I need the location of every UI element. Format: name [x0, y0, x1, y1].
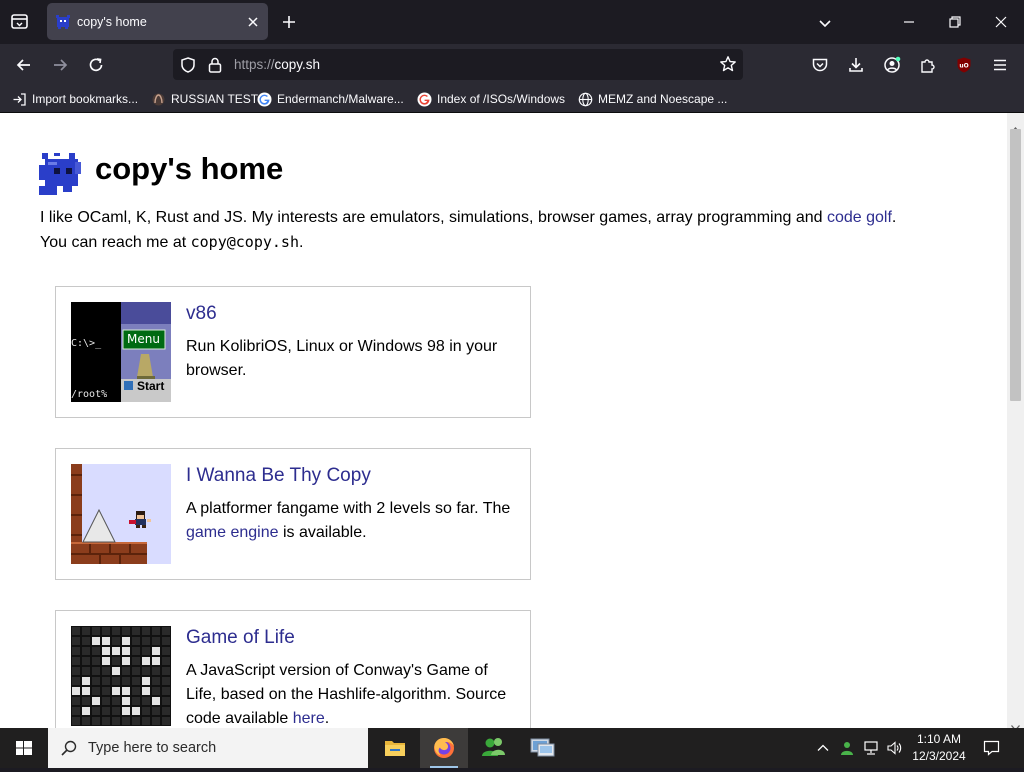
site-favicon-icon: [55, 14, 71, 30]
v86-description: Run KolibriOS, Linux or Windows 98 in yo…: [186, 338, 498, 379]
bookmark-memz[interactable]: MEMZ and Noescape ...: [578, 90, 727, 108]
new-tab-icon[interactable]: [281, 14, 297, 30]
intro-text-end: .: [891, 209, 897, 226]
gol-desc-end: .: [324, 710, 330, 727]
search-placeholder: Type here to search: [88, 740, 217, 756]
bookmark-star-icon[interactable]: [719, 55, 737, 73]
bookmark-label: RUSSIAN TEST: [171, 92, 259, 106]
ublock-origin-icon[interactable]: uO: [955, 56, 973, 74]
iwbtc-thumbnail[interactable]: [71, 464, 171, 564]
restore-icon[interactable]: [948, 14, 962, 28]
scrollbar-thumb[interactable]: [1010, 129, 1021, 401]
google-icon: [417, 92, 432, 106]
start-button[interactable]: [0, 728, 48, 768]
contact-text-end: .: [299, 234, 304, 251]
iwbtc-desc-end: is available.: [278, 524, 367, 541]
svg-text:uO: uO: [959, 62, 968, 69]
bookmark-import[interactable]: Import bookmarks...: [12, 90, 138, 108]
project-card-game-of-life: Game of Life A JavaScript version of Con…: [55, 610, 531, 728]
notifications-icon[interactable]: [983, 740, 1000, 756]
hamburger-menu-icon[interactable]: [991, 56, 1009, 74]
bookmark-label: MEMZ and Noescape ...: [598, 92, 728, 106]
gol-source-link[interactable]: here: [293, 710, 325, 727]
url-bar[interactable]: https://copy.sh: [173, 49, 743, 80]
show-hidden-icons-chevron-icon[interactable]: [815, 740, 831, 756]
navigation-toolbar: https://copy.sh uO: [0, 44, 1024, 85]
bookmark-label: Endermanch/Malware...: [277, 92, 404, 106]
iwbtc-link[interactable]: I Wanna Be Thy Copy: [186, 465, 371, 487]
google-icon: [257, 92, 272, 106]
shield-icon[interactable]: [179, 56, 197, 74]
bookmark-label: Index of /ISOs/Windows: [437, 92, 566, 106]
url-host: copy.sh: [274, 57, 321, 72]
project-card-v86: C:\>_ /root% Menu Start v86 Run KolibriO…: [55, 286, 531, 418]
tab-title: copy's home: [77, 15, 147, 29]
import-icon: [13, 92, 26, 106]
intro-paragraph: I like OCaml, K, Rust and JS. My interes…: [40, 206, 980, 255]
page-scrollbar[interactable]: [1007, 113, 1024, 731]
v86-dos-prompt: C:\>_: [71, 338, 102, 349]
file-explorer-taskbar-button[interactable]: [371, 728, 419, 768]
firefox-taskbar-button[interactable]: [420, 728, 468, 768]
site-icon: [152, 93, 165, 105]
contact-text: You can reach me at: [40, 234, 191, 251]
messenger-taskbar-button[interactable]: [469, 728, 517, 768]
network-app-taskbar-button[interactable]: [518, 728, 566, 768]
bookmark-label: Import bookmarks...: [32, 92, 139, 106]
taskbar-search-box[interactable]: Type here to search: [48, 728, 368, 768]
clock-time: 1:10 AM: [916, 732, 962, 746]
list-all-tabs-chevron-icon[interactable]: [818, 15, 832, 28]
game-of-life-link[interactable]: Game of Life: [186, 627, 295, 649]
scroll-up-arrow-icon[interactable]: [1011, 118, 1020, 133]
active-tab[interactable]: copy's home: [47, 3, 268, 40]
lock-icon[interactable]: [207, 56, 223, 74]
scroll-down-arrow-icon[interactable]: [1011, 716, 1020, 731]
account-icon[interactable]: [883, 56, 901, 74]
bookmarks-toolbar: Import bookmarks... RUSSIAN TEST Enderma…: [0, 85, 1024, 113]
iwbtc-desc-text: A platformer fangame with 2 levels so fa…: [186, 500, 511, 517]
reload-icon[interactable]: [87, 56, 105, 74]
windows-taskbar: Type here to search 1:10 AM 12/3/2024: [0, 728, 1024, 768]
page-viewport: copy's home I like OCaml, K, Rust and JS…: [0, 113, 1007, 728]
bookmark-russian-test[interactable]: RUSSIAN TEST: [151, 90, 258, 108]
gol-desc-text: A JavaScript version of Conway's Game of…: [186, 662, 507, 727]
search-icon: [60, 739, 78, 757]
site-logo-icon: [39, 153, 81, 195]
v86-link[interactable]: v86: [186, 303, 217, 325]
forward-arrow-icon[interactable]: [51, 56, 69, 74]
url-text[interactable]: https://copy.sh: [234, 57, 320, 72]
network-icon[interactable]: [863, 740, 879, 756]
bookmark-endermanch[interactable]: Endermanch/Malware...: [257, 90, 404, 108]
iwbtc-description: A platformer fangame with 2 levels so fa…: [186, 497, 516, 545]
close-tab-icon[interactable]: [246, 14, 260, 28]
close-window-icon[interactable]: [994, 14, 1008, 28]
globe-icon: [578, 92, 593, 106]
taskbar-clock[interactable]: 1:10 AM 12/3/2024: [906, 731, 972, 765]
page-title: copy's home: [95, 151, 284, 186]
code-golf-link[interactable]: code golf: [827, 209, 892, 226]
game-engine-link[interactable]: game engine: [186, 524, 279, 541]
intro-text: I like OCaml, K, Rust and JS. My interes…: [40, 209, 827, 226]
v86-linux-prompt: /root%: [71, 389, 108, 400]
pocket-icon[interactable]: [811, 56, 829, 74]
volume-icon[interactable]: [886, 740, 902, 756]
extensions-puzzle-icon[interactable]: [919, 56, 937, 74]
tab-bar: copy's home: [0, 0, 1024, 44]
minimize-icon[interactable]: [902, 14, 916, 28]
v86-win98-start: Start: [137, 379, 165, 393]
back-arrow-icon[interactable]: [15, 56, 33, 74]
bookmark-isos-windows[interactable]: Index of /ISOs/Windows: [417, 90, 565, 108]
project-card-iwbtc: I Wanna Be Thy Copy A platformer fangame…: [55, 448, 531, 580]
game-of-life-thumbnail[interactable]: [71, 626, 171, 726]
v86-kolibri-menu: Menu: [127, 332, 160, 346]
email-address: copy@copy.sh: [190, 233, 299, 251]
url-scheme: https://: [234, 57, 275, 72]
people-tray-icon[interactable]: [839, 740, 855, 756]
downloads-icon[interactable]: [847, 56, 865, 74]
v86-thumbnail[interactable]: C:\>_ /root% Menu Start: [71, 302, 171, 402]
clock-date: 12/3/2024: [912, 749, 966, 763]
tab-list-icon[interactable]: [8, 11, 32, 33]
game-of-life-description: A JavaScript version of Conway's Game of…: [186, 659, 516, 728]
